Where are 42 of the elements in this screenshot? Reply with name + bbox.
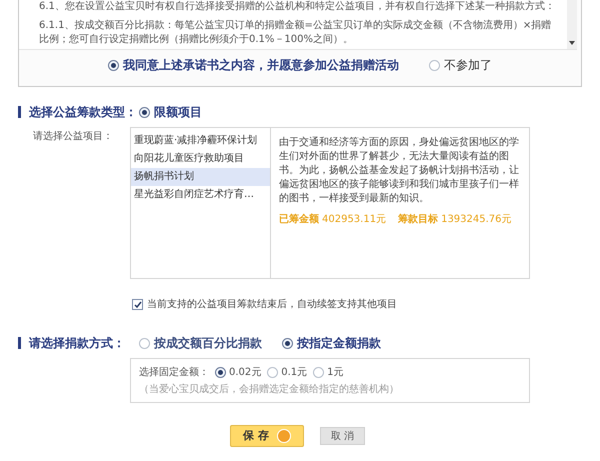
radio-button[interactable] xyxy=(215,367,226,378)
section-title: 请选择捐款方式： xyxy=(29,335,126,352)
radio-label[interactable]: 按指定金额捐款 xyxy=(297,334,381,352)
field-label: 选择固定金额： xyxy=(139,366,209,380)
radio-label[interactable]: 0.1元 xyxy=(281,365,308,380)
project-item[interactable]: 向阳花儿童医疗救助项目 xyxy=(131,150,270,168)
hint-text: （当爱心宝贝成交后，会捐赠选定金额给指定的慈善机构） xyxy=(139,382,400,397)
goal-amount: 1393245.76元 xyxy=(441,213,512,227)
radio-label[interactable]: 按成交额百分比捐款 xyxy=(154,334,262,352)
cancel-button[interactable]: 取 消 xyxy=(320,427,366,445)
goal-label: 筹款目标 xyxy=(398,212,438,227)
radio-button[interactable] xyxy=(139,106,150,118)
radio-button[interactable] xyxy=(139,338,150,348)
radio-label[interactable]: 限额项目 xyxy=(154,103,202,121)
section-marker xyxy=(18,337,21,349)
checkbox[interactable] xyxy=(132,299,143,310)
radio-button[interactable] xyxy=(313,367,324,378)
field-label: 请选择公益项目： xyxy=(32,130,114,144)
project-item[interactable]: 重现蔚蓝·减排净霾环保计划 xyxy=(131,132,270,150)
radio-button[interactable] xyxy=(267,367,278,378)
radio-button[interactable] xyxy=(108,60,119,70)
radio-label[interactable]: 1元 xyxy=(327,365,344,380)
project-item[interactable]: 扬帆捐书计划 xyxy=(131,168,270,186)
raised-label: 已筹金额 xyxy=(279,212,319,227)
check-icon xyxy=(134,300,142,308)
checkbox-label[interactable]: 当前支持的公益项目筹款结束后，自动续签支持其他项目 xyxy=(147,297,397,312)
radio-button[interactable] xyxy=(282,338,293,348)
agreement-paragraph: 6.1、您在设置公益宝贝时有权自行选择接受捐赠的公益机构和特定公益项目，并有权自行选择下述某一种捐款方式： xyxy=(39,0,556,14)
project-item[interactable]: 星光益彩自闭症艺术疗育… xyxy=(131,186,270,204)
section-title: 选择公益筹款类型： xyxy=(29,104,138,121)
radio-label[interactable]: 不参加了 xyxy=(444,56,492,74)
section-marker xyxy=(18,106,21,118)
radio-label[interactable]: 0.02元 xyxy=(229,365,262,380)
project-description: 由于交通和经济等方面的原因，身处偏远贫困地区的学生们对外面的世界了解甚少，无法大量阅读有益的图书。为此，扬帆公益基金发起了扬帆计划捐书活动，让偏远贫困地区的孩子能够读到和我们城市里孩子们一样的图书，一样接受到最新的知识。 xyxy=(279,136,520,206)
save-button[interactable]: 保 存 xyxy=(230,425,304,447)
scrollbar[interactable] xyxy=(567,0,577,49)
scroll-down-icon[interactable] xyxy=(569,41,575,45)
raised-amount: 402953.11元 xyxy=(322,213,386,227)
agreement-paragraph: 6.1.1、按成交额百分比捐款：每笔公益宝贝订单的捐赠金额=公益宝贝订单的实际成交金额（不含物流费用）×捐赠比例；您可自行设定捐赠比例（捐赠比例须介于0.1%－100%之间）。 xyxy=(39,19,552,47)
radio-button[interactable] xyxy=(429,60,440,70)
radio-label[interactable]: 我同意上述承诺书之内容，并愿意参加公益捐赠活动 xyxy=(123,56,399,74)
project-list[interactable]: 重现蔚蓝·减排净霾环保计划 向阳花儿童医疗救助项目 扬帆捐书计划 星光益彩自闭症艺术疗育… xyxy=(131,128,271,278)
